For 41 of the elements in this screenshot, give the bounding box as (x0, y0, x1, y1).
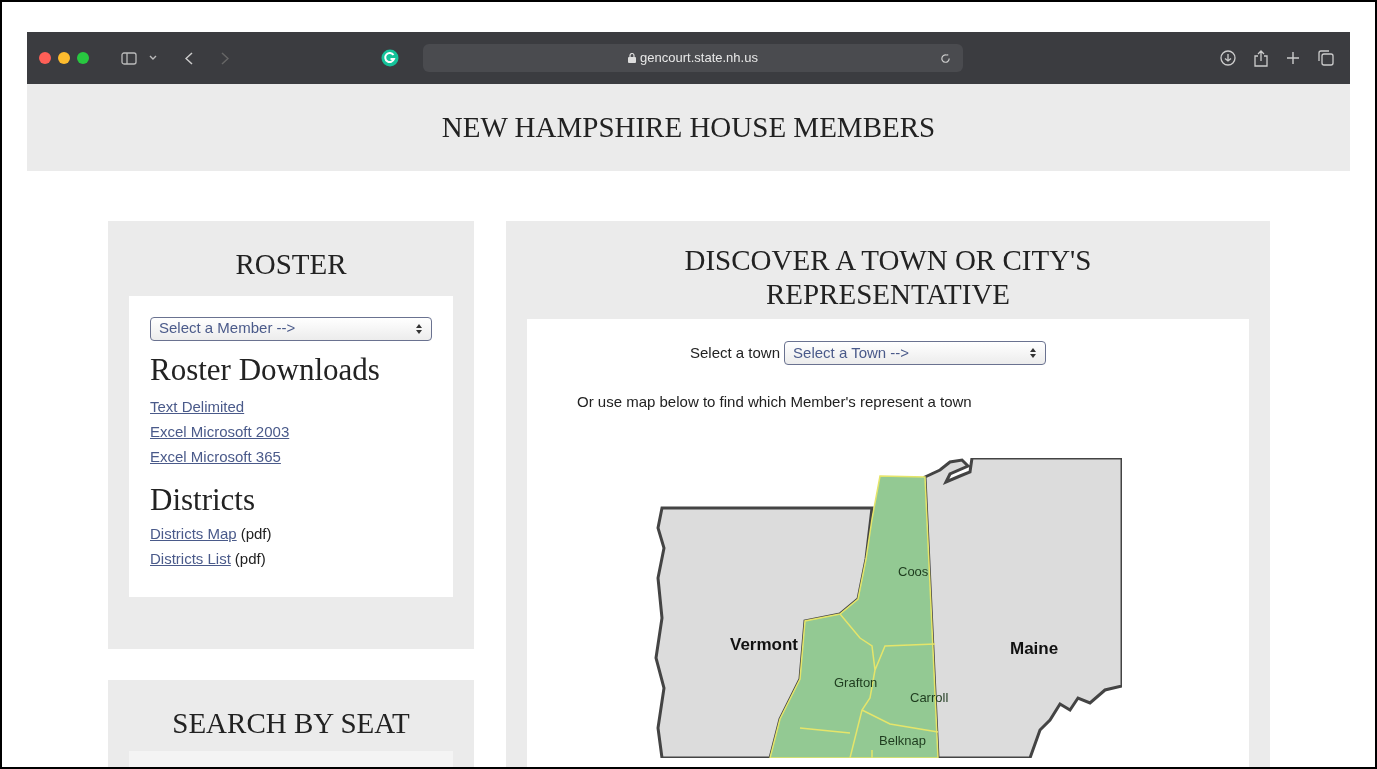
tabs-overview-icon[interactable] (1318, 50, 1334, 66)
map-label: Coos (898, 563, 929, 579)
town-select[interactable]: Select a Town --> (784, 341, 1047, 365)
download-link[interactable]: Excel Microsoft 365 (150, 443, 281, 469)
back-icon[interactable] (185, 51, 193, 65)
address-text: gencourt.state.nh.us (640, 49, 758, 68)
map-hint: Or use map below to find which Member's represent a town (577, 392, 973, 412)
district-link[interactable]: Districts Map (150, 520, 237, 546)
chevron-down-icon[interactable] (149, 55, 157, 61)
downloads-heading: Roster Downloads (150, 350, 381, 389)
map-label: Carroll (910, 689, 949, 705)
download-link[interactable]: Text Delimited (150, 393, 245, 419)
search-seat-title: SEARCH BY SEAT (171, 705, 411, 741)
map-label: Vermont (730, 634, 799, 654)
close-window-button[interactable] (39, 52, 51, 64)
town-label: Select a town (689, 342, 781, 363)
map-label: Belknap (879, 732, 926, 748)
roster-title: ROSTER (234, 247, 348, 282)
member-select[interactable]: Select a Member --> (150, 316, 432, 341)
districts-heading: Districts (150, 480, 257, 519)
download-link[interactable]: Excel Microsoft 2003 (150, 418, 290, 444)
page-title: NEW HAMPSHIRE HOUSE MEMBERS (441, 109, 936, 145)
sidebar-icon[interactable] (121, 51, 137, 65)
plus-icon[interactable] (1286, 51, 1300, 65)
address-bar[interactable]: gencourt.state.nh.us (423, 44, 963, 72)
map-label: Maine (1010, 638, 1059, 658)
lock-icon (628, 53, 637, 63)
map-label: Grafton (834, 674, 878, 690)
zoom-window-button[interactable] (77, 52, 89, 64)
select-arrows-icon (1029, 347, 1038, 359)
district-link[interactable]: Districts List (150, 545, 231, 571)
file-type-note: (pdf) (234, 548, 266, 569)
discover-title: DISCOVER A TOWN OR CITY'S REPRESENTATIVE (683, 243, 1093, 311)
download-icon[interactable] (1220, 50, 1236, 66)
county-map[interactable]: Vermont Maine Coos Grafton Carroll Belknap (650, 457, 1122, 758)
g-logo-icon[interactable] (381, 49, 399, 67)
file-type-note: (pdf) (240, 523, 272, 544)
share-icon[interactable] (1254, 49, 1268, 67)
select-arrows-icon (415, 322, 423, 335)
minimize-window-button[interactable] (58, 52, 70, 64)
reload-icon[interactable] (940, 52, 951, 64)
